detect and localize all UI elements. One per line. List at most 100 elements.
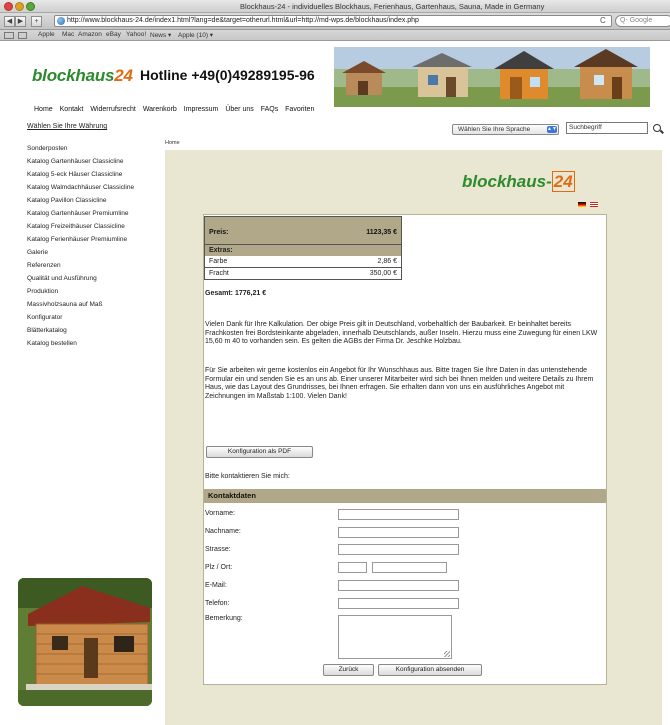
sidebar-item-produktion[interactable]: Produktion: [27, 288, 157, 296]
extras-label: Extras:: [209, 247, 233, 254]
sidebar-item-referenzen[interactable]: Referenzen: [27, 262, 157, 270]
sidebar-item-5eck-classicline[interactable]: Katalog 5-eck Häuser Classicline: [27, 171, 157, 179]
close-window-button[interactable]: [4, 2, 13, 11]
nav-impressum[interactable]: Impressum: [184, 106, 219, 113]
bookmark-item[interactable]: News ▾: [150, 31, 171, 39]
nav-widerrufsrecht[interactable]: Widerrufsrecht: [90, 106, 136, 113]
price-summary: Preis: 1123,35 € Extras: Farbe 2,86 € Fr…: [204, 216, 402, 288]
content-brand-logo: blockhaus- 24: [462, 171, 575, 192]
extra-row-fracht: Fracht 350,00 €: [204, 268, 402, 280]
sidebar-item-galerie[interactable]: Galerie: [27, 249, 157, 257]
bookmark-item[interactable]: Yahoo!: [126, 31, 146, 38]
address-bar[interactable]: http://www.blockhaus-24.de/index1.html?l…: [54, 15, 612, 27]
browser-search-field[interactable]: Q- Google: [615, 15, 670, 27]
email-field[interactable]: [338, 580, 459, 591]
language-select[interactable]: Wählen Sie Ihre Sprache ▲▼: [452, 124, 559, 135]
sidebar-item-freizeithaeuser-classicline[interactable]: Katalog Freizeithäuser Classicline: [27, 223, 157, 231]
bookmark-item[interactable]: Amazon: [78, 31, 102, 38]
nav-favoriten[interactable]: Favoriten: [285, 106, 314, 113]
nav-faqs[interactable]: FAQs: [261, 106, 279, 113]
sidebar-item-massivholzsauna[interactable]: Massivholzsauna auf Maß: [27, 301, 157, 309]
back-button-form[interactable]: Zurück: [323, 664, 374, 676]
sidebar-menu: Sonderposten Katalog Gartenhäuser Classi…: [27, 145, 157, 353]
hotline-text: Hotline +49(0)49289195-96: [140, 67, 315, 83]
total-price: Gesamt: 1776,21 €: [205, 290, 267, 297]
nav-home[interactable]: Home: [34, 106, 53, 113]
bemerkung-label: Bemerkung:: [205, 615, 243, 622]
site-logo[interactable]: blockhaus24: [32, 66, 133, 86]
telefon-label: Telefon:: [205, 600, 230, 607]
sidebar-item-gartenhaeuser-premiumline[interactable]: Katalog Gartenhäuser Premiumline: [27, 210, 157, 218]
bemerkung-textarea[interactable]: [338, 615, 452, 659]
ort-field[interactable]: [372, 562, 447, 573]
nachname-field[interactable]: [338, 527, 459, 538]
extra-row-farbe: Farbe 2,86 €: [204, 256, 402, 268]
search-icon[interactable]: [653, 124, 661, 132]
pdf-export-button[interactable]: Konfiguration als PDF: [206, 446, 313, 458]
telefon-field[interactable]: [338, 598, 459, 609]
house-photo-image: [18, 578, 152, 706]
zoom-window-button[interactable]: [26, 2, 35, 11]
strasse-label: Strasse:: [205, 546, 231, 553]
extra-label: Fracht: [209, 270, 229, 277]
wooden-house-photo: [18, 578, 152, 706]
minimize-window-button[interactable]: [15, 2, 24, 11]
contact-prompt: Bitte kontaktieren Sie mich:: [205, 473, 290, 480]
add-bookmark-button[interactable]: +: [31, 16, 42, 27]
sidebar-item-ferienhaeuser-premiumline[interactable]: Katalog Ferienhäuser Premiumline: [27, 236, 157, 244]
nachname-label: Nachname:: [205, 528, 241, 535]
bookmark-item[interactable]: Apple (10) ▾: [178, 31, 213, 39]
bookmark-item[interactable]: Apple: [38, 31, 55, 38]
sidebar-item-gartenhaeuser-classicline[interactable]: Katalog Gartenhäuser Classicline: [27, 158, 157, 166]
submit-configuration-button[interactable]: Konfiguration absenden: [378, 664, 482, 676]
bookmark-item[interactable]: Mac: [62, 31, 74, 38]
german-flag-icon[interactable]: [578, 202, 586, 207]
price-value: 1123,35 €: [366, 229, 397, 236]
resize-handle-icon[interactable]: [444, 651, 450, 657]
brand-text: blockhaus-: [462, 172, 552, 191]
browser-toolbar: ◀ ▶ + http://www.blockhaus-24.de/index1.…: [0, 13, 670, 30]
contact-form-heading: Kontaktdaten: [204, 489, 606, 503]
email-label: E-Mail:: [205, 582, 227, 589]
bookmarks-book-icon[interactable]: [4, 32, 14, 39]
sidebar-item-qualitaet[interactable]: Qualität und Ausführung: [27, 275, 157, 283]
forward-button[interactable]: ▶: [15, 16, 26, 27]
plz-field[interactable]: [338, 562, 367, 573]
extra-value: 350,00 €: [369, 270, 397, 277]
bookmarks-bar: Apple Mac Amazon eBay Yahoo! News ▾ Appl…: [0, 30, 670, 41]
sidebar-item-blaetterkatalog[interactable]: Blätterkatalog: [27, 327, 157, 335]
top-sites-grid-icon[interactable]: [18, 32, 27, 39]
strasse-field[interactable]: [338, 544, 459, 555]
header-photo-strip: [334, 47, 650, 107]
breadcrumb[interactable]: Home: [165, 140, 180, 146]
extra-label: Farbe: [209, 258, 228, 265]
english-flag-icon[interactable]: [590, 202, 598, 207]
price-header: Preis: 1123,35 €: [204, 216, 402, 245]
bookmark-item[interactable]: eBay: [106, 31, 121, 38]
sidebar-item-walmdach-classicline[interactable]: Katalog Walmdachhäuser Classicline: [27, 184, 157, 192]
sidebar-item-pavillon-classicline[interactable]: Katalog Pavillon Classicline: [27, 197, 157, 205]
reload-button[interactable]: C: [600, 16, 606, 25]
extra-value: 2,86 €: [377, 258, 397, 265]
currency-link[interactable]: Wählen Sie Ihre Währung: [27, 123, 107, 130]
header-houses-image: [334, 47, 650, 107]
nav-kontakt[interactable]: Kontakt: [60, 106, 84, 113]
logo-number: 24: [114, 66, 133, 85]
site-search-input[interactable]: Suchbegriff: [566, 122, 648, 134]
sidebar-item-katalog-bestellen[interactable]: Katalog bestellen: [27, 340, 157, 348]
language-select-value: Wählen Sie Ihre Sprache: [458, 126, 531, 133]
vorname-field[interactable]: [338, 509, 459, 520]
extras-header: Extras:: [204, 245, 402, 256]
top-navigation: Home Kontakt Widerrufsrecht Warenkorb Im…: [34, 106, 319, 113]
sidebar-item-konfigurator[interactable]: Konfigurator: [27, 314, 157, 322]
plz-ort-label: Plz / Ort:: [205, 564, 233, 571]
price-label: Preis:: [209, 229, 229, 236]
offer-note: Für Sie arbeiten wir gerne kostenlos ein…: [205, 367, 594, 400]
window-titlebar: Blockhaus-24 - individuelles Blockhaus, …: [0, 0, 670, 13]
window-title: Blockhaus-24 - individuelles Blockhaus, …: [240, 2, 545, 11]
nav-warenkorb[interactable]: Warenkorb: [143, 106, 177, 113]
back-button[interactable]: ◀: [4, 16, 15, 27]
nav-ueber-uns[interactable]: Über uns: [225, 106, 253, 113]
logo-text: blockhaus: [32, 66, 115, 85]
sidebar-item-sonderposten[interactable]: Sonderposten: [27, 145, 157, 153]
